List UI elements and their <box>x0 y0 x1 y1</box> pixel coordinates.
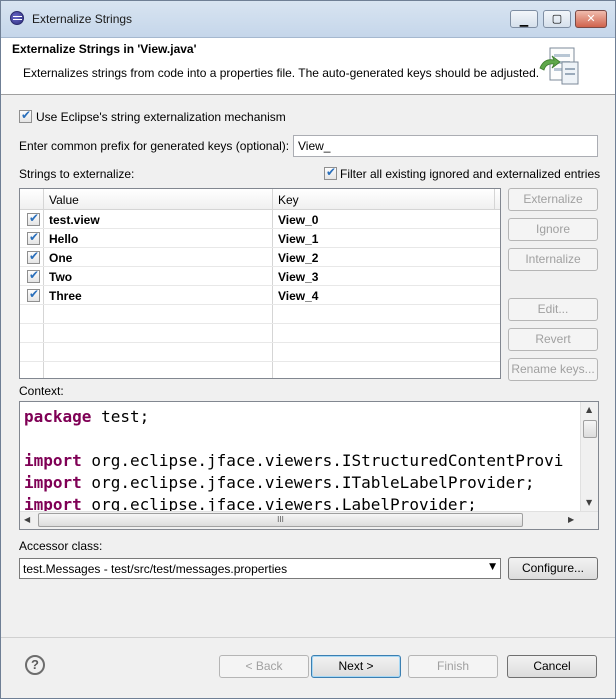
code-rest: org.eclipse.jface.viewers.IStructuredCon… <box>81 451 564 470</box>
table-header: Value Key <box>20 189 500 210</box>
empty-table-row <box>20 324 500 343</box>
check-icon: ✔ <box>21 108 32 122</box>
column-header-value[interactable]: Value <box>49 193 79 207</box>
row-key[interactable]: View_1 <box>278 232 318 246</box>
code-text: package test; import org.eclipse.jface.v… <box>24 406 563 516</box>
code-line: package test; <box>24 406 563 428</box>
check-icon: ✔ <box>29 230 40 244</box>
filter-entries-label: Filter all existing ignored and external… <box>340 167 601 181</box>
chevron-down-icon[interactable]: ▼ <box>489 562 496 572</box>
row-value: One <box>49 251 73 265</box>
row-checkbox[interactable]: ✔ <box>27 230 40 245</box>
code-rest: test; <box>91 407 150 426</box>
row-key[interactable]: View_2 <box>278 251 318 265</box>
check-icon: ✔ <box>29 249 40 263</box>
scroll-right-icon[interactable]: ▶ <box>568 515 574 524</box>
next-button[interactable]: Next > <box>311 655 401 678</box>
context-code-viewer[interactable]: package test; import org.eclipse.jface.v… <box>19 401 599 530</box>
column-separator <box>494 189 495 209</box>
rename-keys-button[interactable]: Rename keys... <box>508 358 598 381</box>
internalize-button[interactable]: Internalize <box>508 248 598 271</box>
prefix-input[interactable]: View_ <box>293 135 598 157</box>
externalize-strings-dialog: Externalize Strings ▁ ▢ ✕ Externalize St… <box>0 0 616 699</box>
row-key[interactable]: View_4 <box>278 289 318 303</box>
revert-button[interactable]: Revert <box>508 328 598 351</box>
wizard-title: Externalize Strings in 'View.java' <box>12 42 197 56</box>
accessor-class-label: Accessor class: <box>19 539 103 553</box>
table-row[interactable]: ✔ Hello View_1 <box>20 229 500 248</box>
vertical-scroll-thumb[interactable] <box>583 420 597 438</box>
externalize-button[interactable]: Externalize <box>508 188 598 211</box>
row-checkbox[interactable]: ✔ <box>27 211 40 226</box>
row-value: Three <box>49 289 82 303</box>
context-label: Context: <box>19 384 64 398</box>
title-bar[interactable]: Externalize Strings ▁ ▢ ✕ <box>1 1 615 38</box>
code-keyword: import <box>24 451 82 470</box>
row-checkbox[interactable]: ✔ <box>27 287 40 302</box>
prefix-label: Enter common prefix for generated keys (… <box>19 139 290 153</box>
empty-table-row <box>20 343 500 362</box>
close-button[interactable]: ✕ <box>575 10 607 28</box>
window-title: Externalize Strings <box>32 12 133 26</box>
empty-table-row <box>20 305 500 324</box>
vertical-scrollbar[interactable]: ▲ ▼ <box>580 402 598 512</box>
code-line: import org.eclipse.jface.viewers.ITableL… <box>24 472 563 494</box>
table-row[interactable]: ✔ Two View_3 <box>20 267 500 286</box>
strings-table[interactable]: Value Key ✔ test.view View_0 ✔ Hello Vie… <box>19 188 501 379</box>
empty-table-row <box>20 362 500 378</box>
footer-divider <box>1 637 615 638</box>
configure-button[interactable]: Configure... <box>508 557 598 580</box>
row-key[interactable]: View_3 <box>278 270 318 284</box>
strings-to-externalize-label: Strings to externalize: <box>19 167 135 181</box>
back-button[interactable]: < Back <box>219 655 309 678</box>
table-row[interactable]: ✔ One View_2 <box>20 248 500 267</box>
column-header-key[interactable]: Key <box>278 193 299 207</box>
wizard-header: Externalize Strings in 'View.java' Exter… <box>1 38 615 95</box>
close-icon: ✕ <box>586 12 596 25</box>
accessor-class-value: test.Messages - test/src/test/messages.p… <box>23 562 288 576</box>
use-eclipse-mechanism-checkbox[interactable]: ✔ <box>19 108 32 123</box>
filter-entries-checkbox[interactable]: ✔ <box>324 165 337 180</box>
maximize-icon: ▢ <box>551 12 563 25</box>
maximize-button[interactable]: ▢ <box>543 10 571 28</box>
check-icon: ✔ <box>326 165 337 179</box>
accessor-class-select[interactable]: test.Messages - test/src/test/messages.p… <box>19 558 501 579</box>
scroll-left-icon[interactable]: ◀ <box>24 515 30 524</box>
help-icon[interactable]: ? <box>25 655 45 675</box>
check-icon: ✔ <box>29 287 40 301</box>
scroll-down-icon[interactable]: ▼ <box>586 498 592 507</box>
table-row[interactable]: ✔ Three View_4 <box>20 286 500 305</box>
eclipse-app-icon <box>10 11 24 25</box>
code-line: import org.eclipse.jface.viewers.IStruct… <box>24 450 563 472</box>
wizard-description: Externalizes strings from code into a pr… <box>23 66 540 80</box>
row-key[interactable]: View_0 <box>278 213 318 227</box>
row-checkbox[interactable]: ✔ <box>27 249 40 264</box>
horizontal-scrollbar[interactable]: ◀ III ▶ <box>20 511 598 529</box>
table-row[interactable]: ✔ test.view View_0 <box>20 210 500 229</box>
minimize-icon: ▁ <box>519 14 529 27</box>
finish-button[interactable]: Finish <box>408 655 498 678</box>
cancel-button[interactable]: Cancel <box>507 655 597 678</box>
code-keyword: package <box>24 407 92 426</box>
row-value: test.view <box>49 213 100 227</box>
scroll-up-icon[interactable]: ▲ <box>586 405 592 414</box>
check-icon: ✔ <box>29 211 40 225</box>
code-rest: org.eclipse.jface.viewers.ITableLabelPro… <box>81 473 535 492</box>
scroll-grip-icon: III <box>277 515 284 524</box>
check-icon: ✔ <box>29 268 40 282</box>
row-checkbox[interactable]: ✔ <box>27 268 40 283</box>
edit-button[interactable]: Edit... <box>508 298 598 321</box>
minimize-button[interactable]: ▁ <box>510 10 538 28</box>
code-keyword: import <box>24 473 82 492</box>
row-value: Two <box>49 270 73 284</box>
horizontal-scroll-thumb[interactable]: III <box>38 513 523 527</box>
wizard-banner-icon <box>539 47 579 85</box>
row-value: Hello <box>49 232 79 246</box>
use-eclipse-mechanism-label: Use Eclipse's string externalization mec… <box>36 110 286 124</box>
ignore-button[interactable]: Ignore <box>508 218 598 241</box>
